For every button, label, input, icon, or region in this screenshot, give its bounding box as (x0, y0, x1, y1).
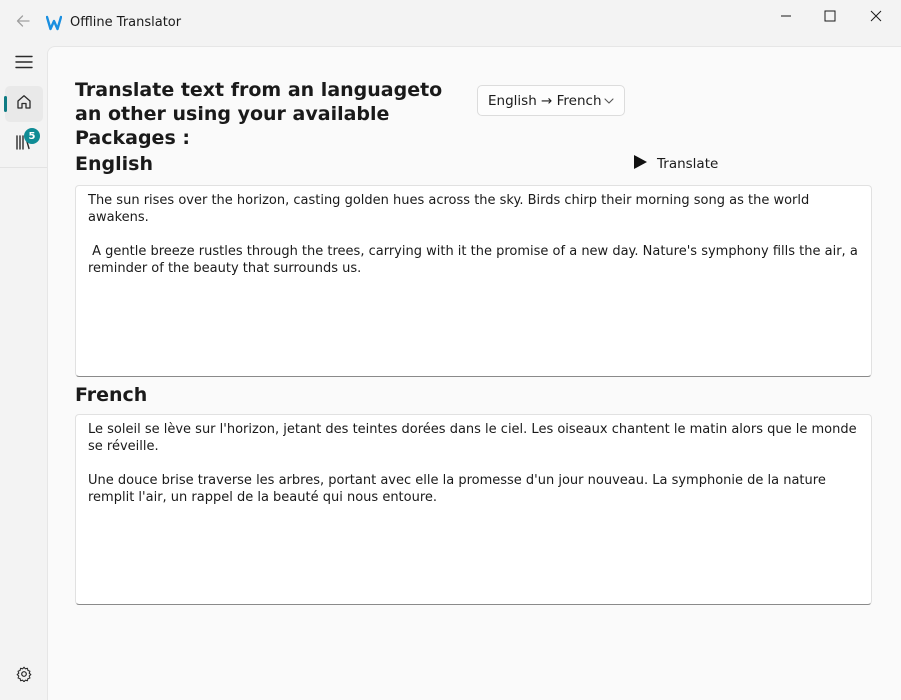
language-pair-dropdown[interactable]: English → French (477, 85, 625, 116)
gear-icon (16, 666, 32, 686)
nav-item-settings[interactable] (5, 658, 43, 694)
maximize-icon (824, 7, 836, 26)
language-pair-value: English → French (488, 92, 602, 109)
app-title: Offline Translator (70, 15, 182, 30)
minimize-icon (780, 7, 792, 26)
nav-item-home[interactable] (4, 86, 43, 122)
back-button[interactable] (10, 10, 36, 36)
main-content: Translate text from an languageto an oth… (47, 46, 901, 700)
nav-divider (0, 167, 47, 168)
home-icon (16, 94, 32, 114)
close-icon (870, 7, 882, 26)
minimize-button[interactable] (763, 0, 809, 32)
nav-rail: 5 (0, 46, 47, 700)
translated-text-output[interactable]: Le soleil se lève sur l'horizon, jetant … (75, 414, 872, 605)
source-language-label: English (75, 153, 153, 175)
play-icon (632, 154, 648, 174)
back-arrow-icon (15, 13, 31, 33)
maximize-button[interactable] (807, 0, 853, 32)
close-button[interactable] (853, 0, 899, 32)
selection-indicator (4, 96, 7, 112)
target-language-label: French (75, 384, 148, 406)
source-text-input[interactable]: The sun rises over the horizon, casting … (75, 185, 872, 377)
translate-button[interactable]: Translate (632, 153, 718, 175)
package-count-badge: 5 (24, 128, 40, 144)
chevron-down-icon (604, 97, 614, 105)
translate-button-label: Translate (657, 156, 719, 172)
nav-menu-button[interactable] (5, 46, 43, 82)
page-heading: Translate text from an languageto an oth… (75, 79, 443, 149)
title-bar: Offline Translator (0, 0, 901, 46)
app-window: Offline Translator 5 Translate text from… (0, 0, 901, 700)
hamburger-icon (15, 54, 33, 74)
app-logo-icon (45, 15, 63, 31)
